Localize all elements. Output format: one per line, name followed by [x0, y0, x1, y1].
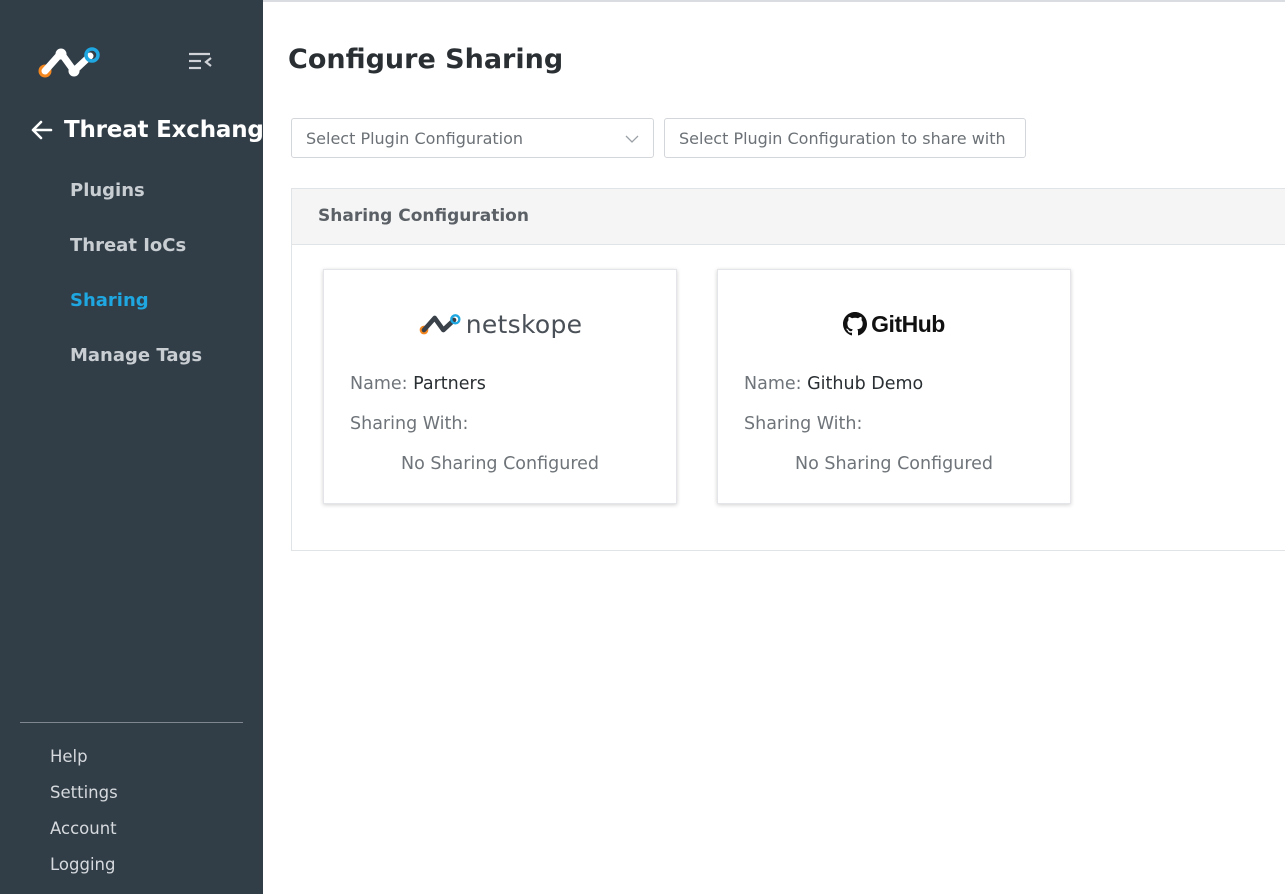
card-name-value: Partners [413, 374, 486, 394]
netskope-logo-text: netskope [465, 309, 583, 339]
github-octocat-icon [843, 312, 868, 336]
collapse-menu-icon[interactable] [186, 50, 214, 72]
netskope-logo-icon[interactable] [36, 44, 102, 80]
card-sharing-label: Sharing With: [744, 414, 863, 434]
top-border [263, 0, 1285, 2]
sidebar-item-sharing[interactable]: Sharing [70, 290, 149, 311]
sidebar-divider [20, 722, 243, 723]
sidebar-item-help[interactable]: Help [50, 747, 88, 766]
back-arrow-icon [31, 120, 53, 140]
github-logo-text: GitHub [871, 310, 945, 337]
sidebar-item-plugins[interactable]: Plugins [70, 180, 145, 201]
sidebar-item-logging[interactable]: Logging [50, 855, 115, 874]
card-sharing-label: Sharing With: [350, 414, 469, 434]
sidebar: Threat Exchange Plugins Threat IoCs Shar… [0, 0, 279, 894]
plugin-card-netskope[interactable]: netskope Name: Partners Sharing With: No… [323, 269, 677, 504]
sidebar-item-settings[interactable]: Settings [50, 783, 118, 802]
card-sharing-value: No Sharing Configured [794, 454, 994, 474]
back-to-threat-exchange[interactable]: Threat Exchange [30, 112, 279, 148]
card-name-label: Name: [744, 374, 802, 394]
netskope-logo-icon [419, 314, 461, 335]
github-logo: GitHub [718, 306, 1070, 342]
netskope-logo: netskope [324, 306, 676, 342]
sidebar-item-account[interactable]: Account [50, 819, 117, 838]
share-with-config-select[interactable]: Select Plugin Configuration to share wit… [664, 118, 1026, 158]
plugin-config-select[interactable]: Select Plugin Configuration [291, 118, 654, 158]
card-name-label: Name: [350, 374, 408, 394]
section-title: Threat Exchange [64, 117, 280, 143]
plugin-config-select-placeholder: Select Plugin Configuration [306, 128, 524, 148]
sidebar-item-threat-iocs[interactable]: Threat IoCs [70, 235, 186, 256]
app-root: Threat Exchange Plugins Threat IoCs Shar… [0, 0, 1285, 894]
page-title: Configure Sharing [288, 44, 564, 75]
card-name-row: Name: Partners [350, 374, 486, 394]
panel-header: Sharing Configuration [292, 189, 1285, 245]
plugin-card-github[interactable]: GitHub Name: Github Demo Sharing With: N… [717, 269, 1071, 504]
chevron-down-icon [625, 135, 639, 143]
sidebar-item-manage-tags[interactable]: Manage Tags [70, 345, 202, 366]
card-name-row: Name: Github Demo [744, 374, 923, 394]
card-sharing-value: No Sharing Configured [400, 454, 600, 474]
card-name-value: Github Demo [807, 374, 924, 394]
share-with-config-select-placeholder: Select Plugin Configuration to share wit… [679, 128, 1006, 148]
panel-title: Sharing Configuration [318, 206, 529, 226]
